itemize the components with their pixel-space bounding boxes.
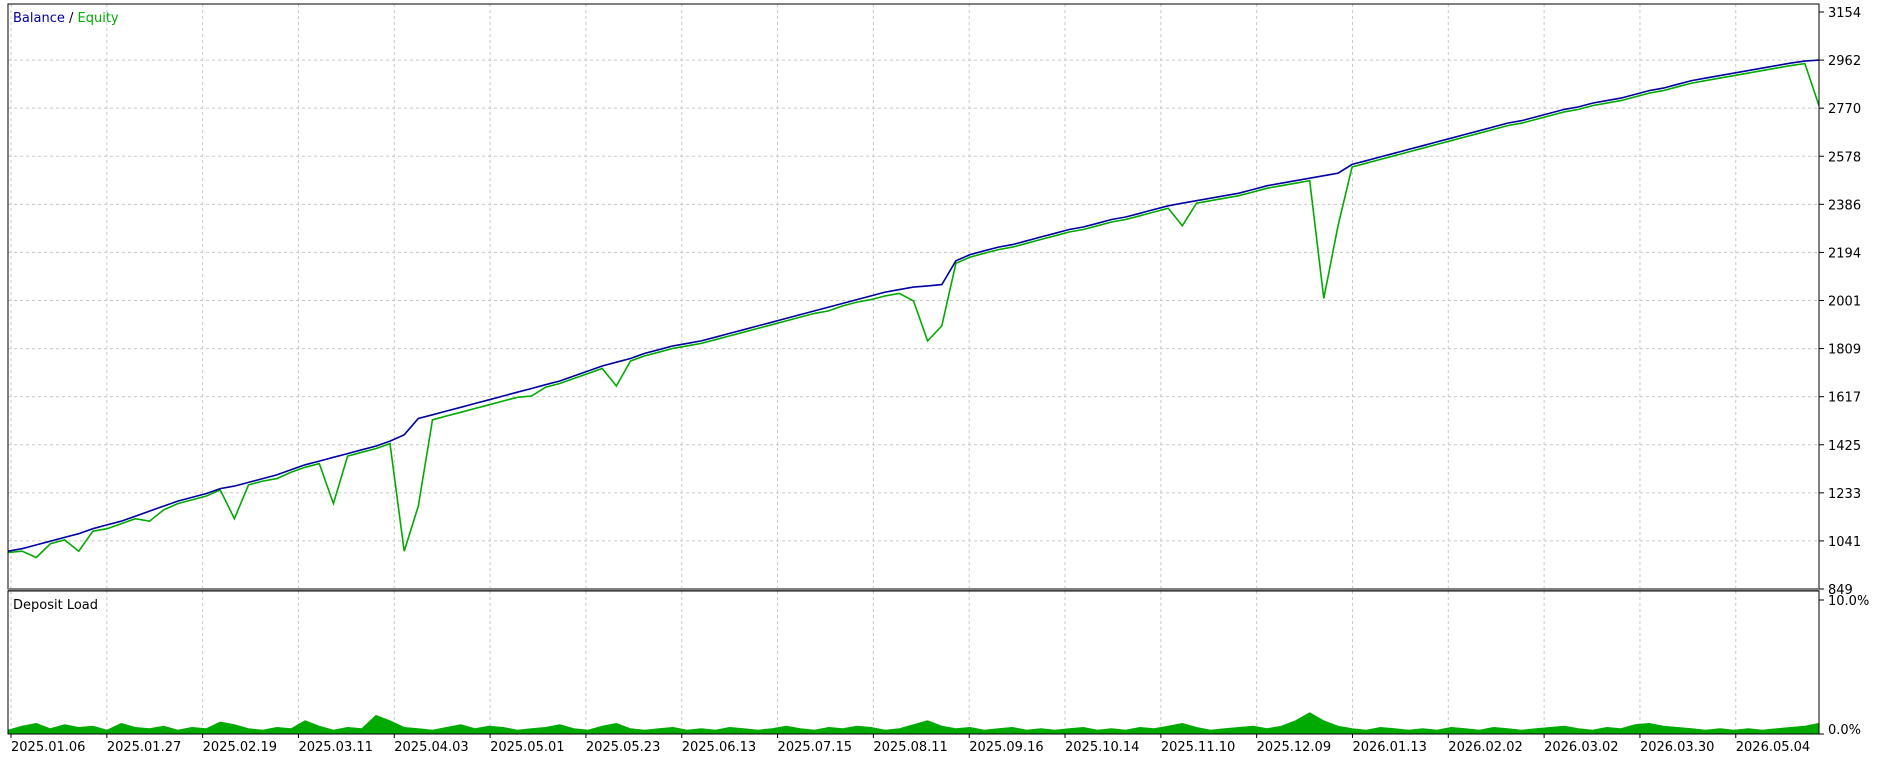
upper-y-tick-label: 1233 bbox=[1828, 487, 1861, 502]
legend-balance: Balance bbox=[13, 11, 65, 26]
upper-y-tick-label: 1617 bbox=[1828, 391, 1861, 406]
x-tick-label: 2025.02.19 bbox=[203, 740, 277, 755]
x-tick-label: 2025.08.11 bbox=[873, 740, 947, 755]
upper-y-tick-label: 2194 bbox=[1828, 246, 1861, 261]
chart-legend: Balance / Equity bbox=[13, 11, 119, 26]
upper-y-tick-label: 1809 bbox=[1828, 343, 1861, 358]
x-tick-label: 2025.06.13 bbox=[682, 740, 756, 755]
x-tick-label: 2025.11.10 bbox=[1161, 740, 1235, 755]
x-tick-label: 2026.01.13 bbox=[1352, 740, 1426, 755]
x-tick-label: 2025.01.27 bbox=[107, 740, 181, 755]
upper-y-tick-label: 2962 bbox=[1828, 54, 1861, 69]
x-tick-label: 2025.03.11 bbox=[298, 740, 372, 755]
x-tick-label: 2025.04.03 bbox=[394, 740, 468, 755]
x-tick-label: 2026.05.04 bbox=[1736, 740, 1810, 755]
upper-y-tick-label: 1425 bbox=[1828, 439, 1861, 454]
x-tick-label: 2025.10.14 bbox=[1065, 740, 1139, 755]
x-tick-label: 2025.07.15 bbox=[778, 740, 852, 755]
x-tick-label: 2025.05.23 bbox=[586, 740, 660, 755]
chart-canvas: Balance / Equity 3154 2962 2770 2578 2386 219… bbox=[0, 0, 1879, 756]
x-tick-label: 2025.12.09 bbox=[1257, 740, 1331, 755]
x-tick-label: 2025.01.06 bbox=[11, 740, 85, 755]
strategy-tester-graph: Balance / Equity 3154 2962 2770 2578 2386 219… bbox=[0, 0, 1879, 756]
upper-y-tick-label: 3154 bbox=[1828, 6, 1861, 21]
legend-equity: Equity bbox=[78, 11, 119, 26]
x-tick-label: 2026.02.02 bbox=[1448, 740, 1522, 755]
x-tick-label: 2025.09.16 bbox=[969, 740, 1043, 755]
legend-separator: / bbox=[65, 11, 78, 26]
deposit-load-title: Deposit Load bbox=[13, 598, 98, 613]
upper-y-tick-label: 2001 bbox=[1828, 295, 1861, 310]
lower-y-tick-label: 0.0% bbox=[1828, 723, 1861, 738]
upper-y-tick-label: 1041 bbox=[1828, 535, 1861, 550]
x-tick-label: 2026.03.30 bbox=[1640, 740, 1714, 755]
x-tick-label: 2025.05.01 bbox=[490, 740, 564, 755]
upper-y-tick-label: 2386 bbox=[1828, 198, 1861, 213]
upper-y-tick-label: 2578 bbox=[1828, 150, 1861, 165]
upper-y-tick-label: 2770 bbox=[1828, 102, 1861, 117]
x-tick-label: 2026.03.02 bbox=[1544, 740, 1618, 755]
chart-background bbox=[0, 0, 1879, 756]
lower-y-tick-label: 10.0% bbox=[1828, 594, 1869, 609]
